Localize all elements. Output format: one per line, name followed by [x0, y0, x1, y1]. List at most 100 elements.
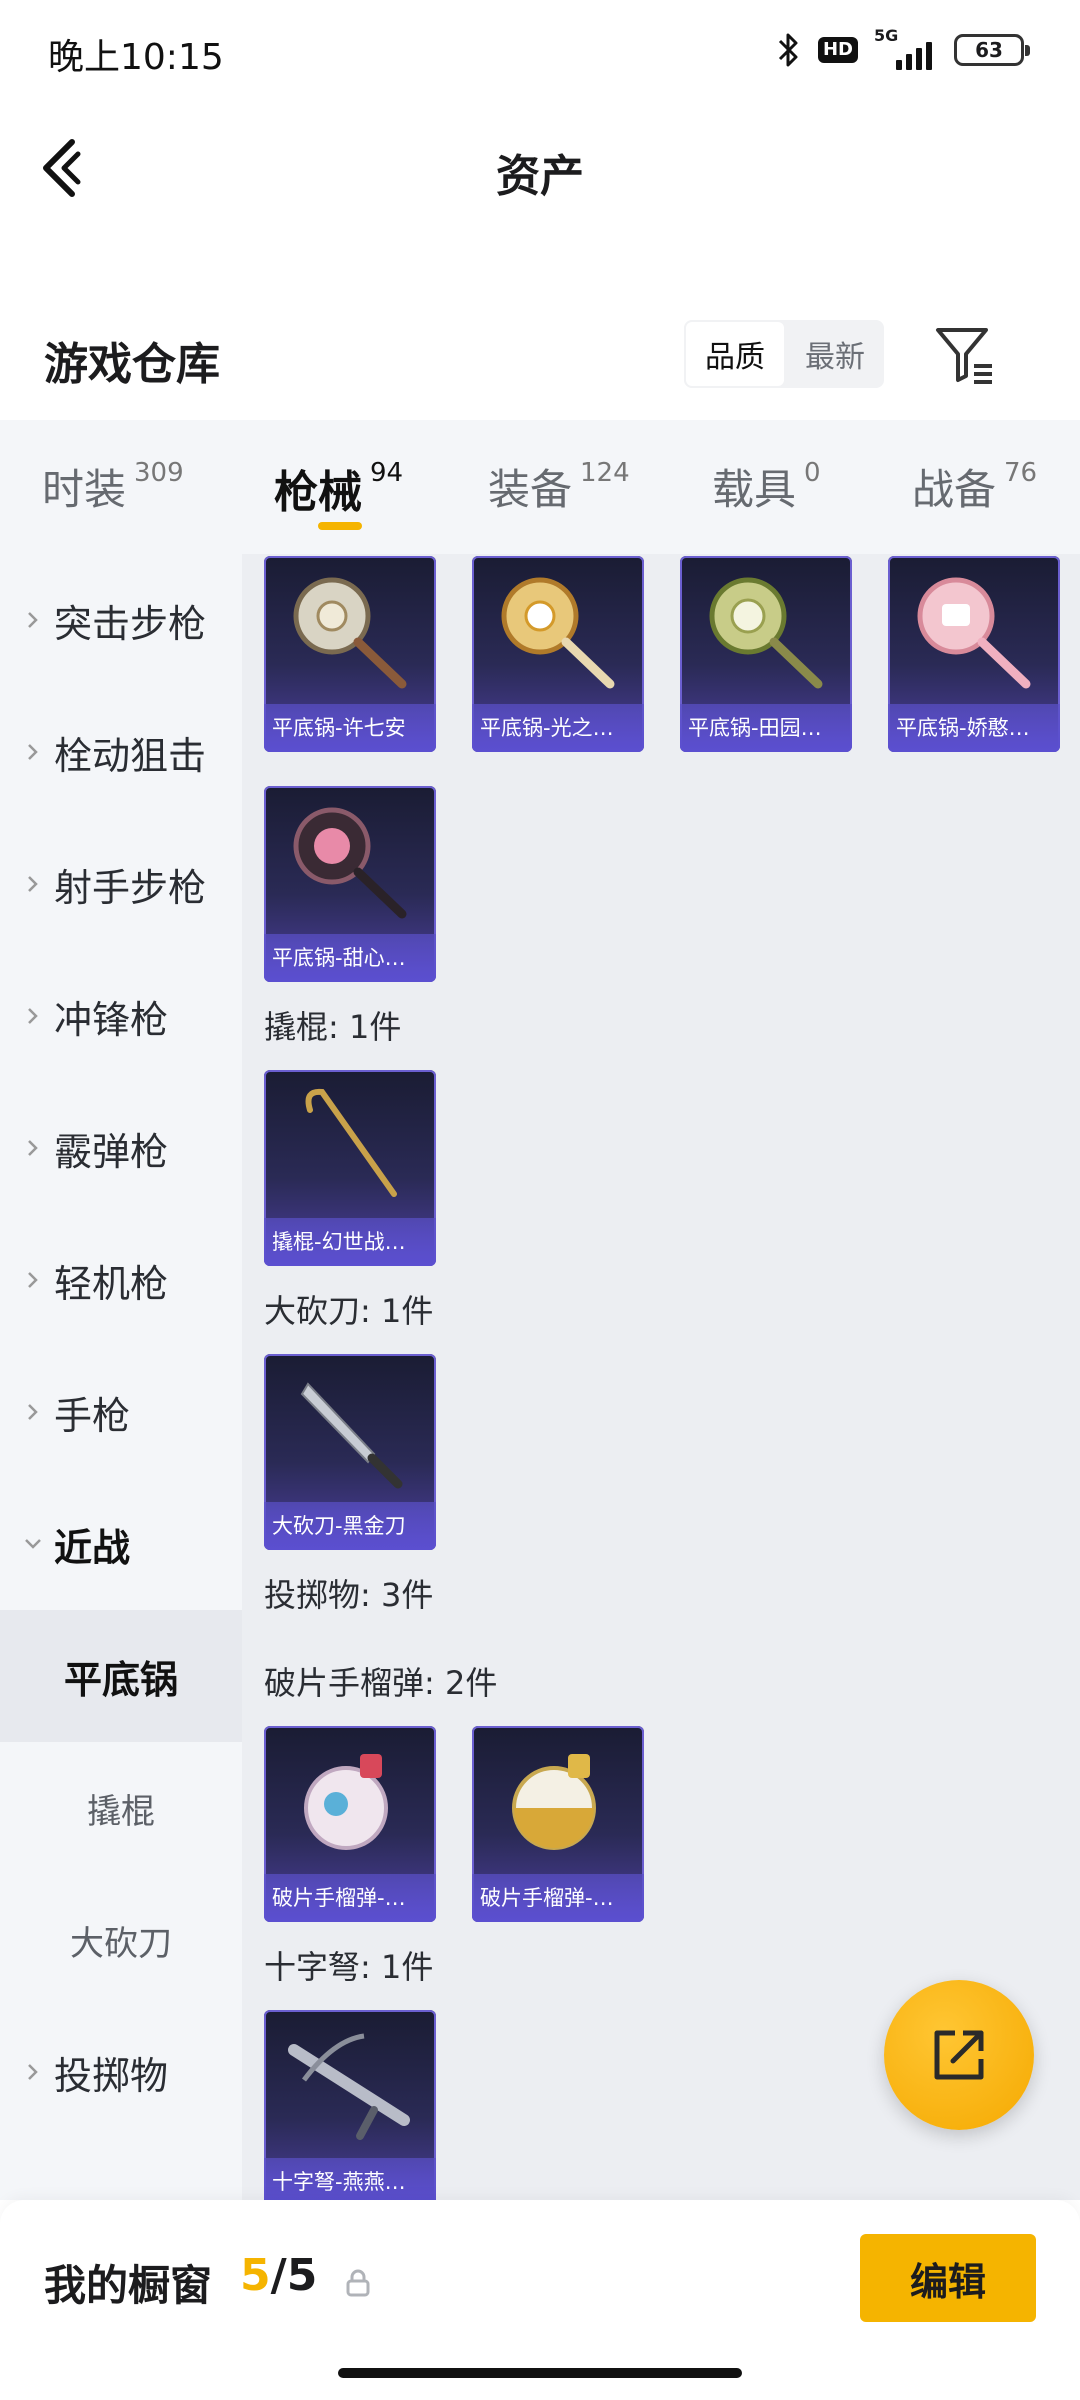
sidebar-item-label: 射手步枪 — [54, 865, 207, 910]
sidebar-item-marksman-rifle[interactable]: 射手步枪 — [0, 818, 242, 950]
sidebar-subitem-crowbar[interactable]: 撬棍 — [0, 1742, 242, 1874]
item-card[interactable]: 平底锅-娇憨… — [888, 556, 1060, 752]
item-card-label: 撬棍-幻世战… — [264, 1218, 436, 1266]
nav-header: 资产 — [0, 100, 1080, 240]
crowbar-icon — [305, 1088, 397, 1197]
sidebar-item-label: 冲锋枪 — [54, 997, 169, 1042]
tab-vehicles[interactable]: 载具 0 — [712, 456, 821, 517]
share-button[interactable] — [884, 1980, 1034, 2130]
status-icons: HD 5G 63 — [774, 26, 1030, 70]
sidebar-item-label: 投掷物 — [54, 2053, 169, 2098]
weapon-category-sidebar: 突击步枪 栓动狙击 射手步枪 冲锋枪 霰弹枪 轻机枪 手枪 近战 平底锅 撬棍 … — [0, 554, 242, 2200]
sort-quality-button[interactable]: 品质 — [684, 320, 786, 388]
chevron-down-icon — [25, 1539, 41, 1549]
item-card-label: 十字弩-燕燕… — [264, 2158, 436, 2200]
sidebar-item-label: 突击步枪 — [54, 601, 207, 646]
sidebar-item-lmg[interactable]: 轻机枪 — [0, 1214, 242, 1346]
sidebar-item-pistol[interactable]: 手枪 — [0, 1346, 242, 1478]
chevron-right-icon — [28, 1404, 38, 1420]
sidebar-item-label: 栓动狙击 — [54, 733, 207, 778]
tab-label: 战备 — [912, 465, 997, 514]
tab-supplies[interactable]: 战备 76 — [912, 456, 1037, 517]
item-card[interactable]: 平底锅-光之… — [472, 556, 644, 752]
sidebar-item-smg[interactable]: 冲锋枪 — [0, 950, 242, 1082]
tab-count: 309 — [134, 458, 184, 488]
edit-button[interactable]: 编辑 — [860, 2234, 1036, 2322]
item-card-label: 平底锅-甜心… — [264, 934, 436, 982]
item-card-label: 破片手榴弹-… — [472, 1874, 644, 1922]
crossbow-icon — [288, 2033, 410, 2140]
sidebar-item-throwables[interactable]: 投掷物 — [0, 2006, 242, 2138]
tab-count: 94 — [370, 458, 404, 488]
section-title: 游戏仓库 — [44, 339, 220, 390]
sidebar-item-shotgun[interactable]: 霰弹枪 — [0, 1082, 242, 1214]
network-type: 5G — [874, 26, 899, 45]
item-card[interactable]: 破片手榴弹-… — [264, 1726, 436, 1922]
hd-badge: HD — [817, 37, 858, 63]
sidebar-item-label: 轻机枪 — [54, 1261, 169, 1306]
bluetooth-icon — [778, 33, 798, 67]
item-card[interactable]: 十字弩-燕燕… — [264, 2010, 436, 2200]
item-card[interactable]: 平底锅-许七安 — [264, 556, 436, 752]
group-title-crossbow: 十字弩: 1件 — [264, 1948, 434, 1986]
sidebar-subitem-frying-pan[interactable]: 平底锅 — [0, 1610, 242, 1742]
group-title-machete: 大砍刀: 1件 — [264, 1292, 434, 1330]
home-indicator[interactable] — [338, 2368, 742, 2378]
sort-latest-button[interactable]: 最新 — [786, 320, 884, 388]
item-card[interactable]: 平底锅-甜心… — [264, 786, 436, 982]
tab-equipment[interactable]: 装备 124 — [488, 456, 630, 517]
tab-firearms[interactable]: 枪械 94 — [274, 456, 403, 520]
frying-pan-icon — [501, 577, 615, 689]
chevron-right-icon — [28, 1140, 38, 1156]
tab-count: 0 — [804, 458, 821, 488]
chevron-right-icon — [28, 1272, 38, 1288]
sidebar-item-assault-rifle[interactable]: 突击步枪 — [0, 554, 242, 686]
sidebar-subitem-machete[interactable]: 大砍刀 — [0, 1874, 242, 2006]
item-card-label: 平底锅-光之… — [472, 704, 644, 752]
showcase-count-current: 5 — [240, 2250, 271, 2301]
category-tabs: 时装 309 枪械 94 装备 124 载具 0 战备 76 — [0, 420, 1080, 554]
tab-label: 时装 — [42, 465, 127, 514]
item-card[interactable]: 撬棍-幻世战… — [264, 1070, 436, 1266]
item-card-label: 平底锅-许七安 — [264, 704, 436, 752]
tab-count: 124 — [580, 458, 630, 488]
grenade-icon — [512, 1754, 596, 1850]
group-title-crowbar: 撬棍: 1件 — [264, 1008, 402, 1046]
showcase-count-separator: / — [270, 2250, 287, 2301]
sort-toggle: 品质 最新 — [684, 320, 884, 388]
chevron-right-icon — [28, 2064, 38, 2080]
sidebar-item-bolt-sniper[interactable]: 栓动狙击 — [0, 686, 242, 818]
assets-page: 晚上10:15 HD 5G 63 资产 游戏仓库 品质 最新 时装 309 枪械… — [0, 0, 1080, 2400]
share-icon — [934, 2030, 984, 2080]
chevron-right-icon — [28, 1008, 38, 1024]
machete-icon — [300, 1382, 403, 1489]
chevron-right-icon — [28, 876, 38, 892]
group-title-throwables: 投掷物: 3件 — [264, 1576, 434, 1614]
battery-level: 63 — [975, 38, 1003, 62]
tab-label: 载具 — [712, 465, 797, 514]
tab-count: 76 — [1004, 458, 1038, 488]
sidebar-item-melee[interactable]: 近战 — [0, 1478, 242, 1610]
status-bar: 晚上10:15 HD 5G 63 — [0, 0, 1080, 100]
tab-label: 装备 — [488, 465, 573, 514]
battery-icon: 63 — [954, 34, 1030, 66]
showcase-count-max: 5 — [286, 2250, 318, 2301]
frying-pan-icon — [709, 577, 823, 689]
showcase-count: 5/5 — [240, 2250, 317, 2301]
filter-icon[interactable] — [930, 320, 998, 388]
sidebar-item-label: 手枪 — [54, 1393, 131, 1438]
signal-icon: 5G — [874, 26, 938, 70]
item-card[interactable]: 平底锅-田园… — [680, 556, 852, 752]
frying-pan-icon — [293, 577, 407, 689]
item-card[interactable]: 大砍刀-黑金刀 — [264, 1354, 436, 1550]
sidebar-item-label: 霰弹枪 — [54, 1129, 169, 1174]
tab-fashion[interactable]: 时装 309 — [42, 456, 184, 517]
showcase-bar: 我的橱窗 5/5 编辑 — [0, 2200, 1080, 2400]
group-title-frag-grenade: 破片手榴弹: 2件 — [264, 1664, 498, 1702]
item-grid: 平底锅-许七安 平底锅-光之… 平底锅-田园… 平底锅-娇憨… 平底锅-甜心… … — [242, 554, 1080, 2200]
item-card-label: 大砍刀-黑金刀 — [264, 1502, 436, 1550]
chevron-right-icon — [28, 744, 38, 760]
frying-pan-icon — [293, 807, 407, 919]
item-card[interactable]: 破片手榴弹-… — [472, 1726, 644, 1922]
tab-label: 枪械 — [274, 467, 362, 518]
